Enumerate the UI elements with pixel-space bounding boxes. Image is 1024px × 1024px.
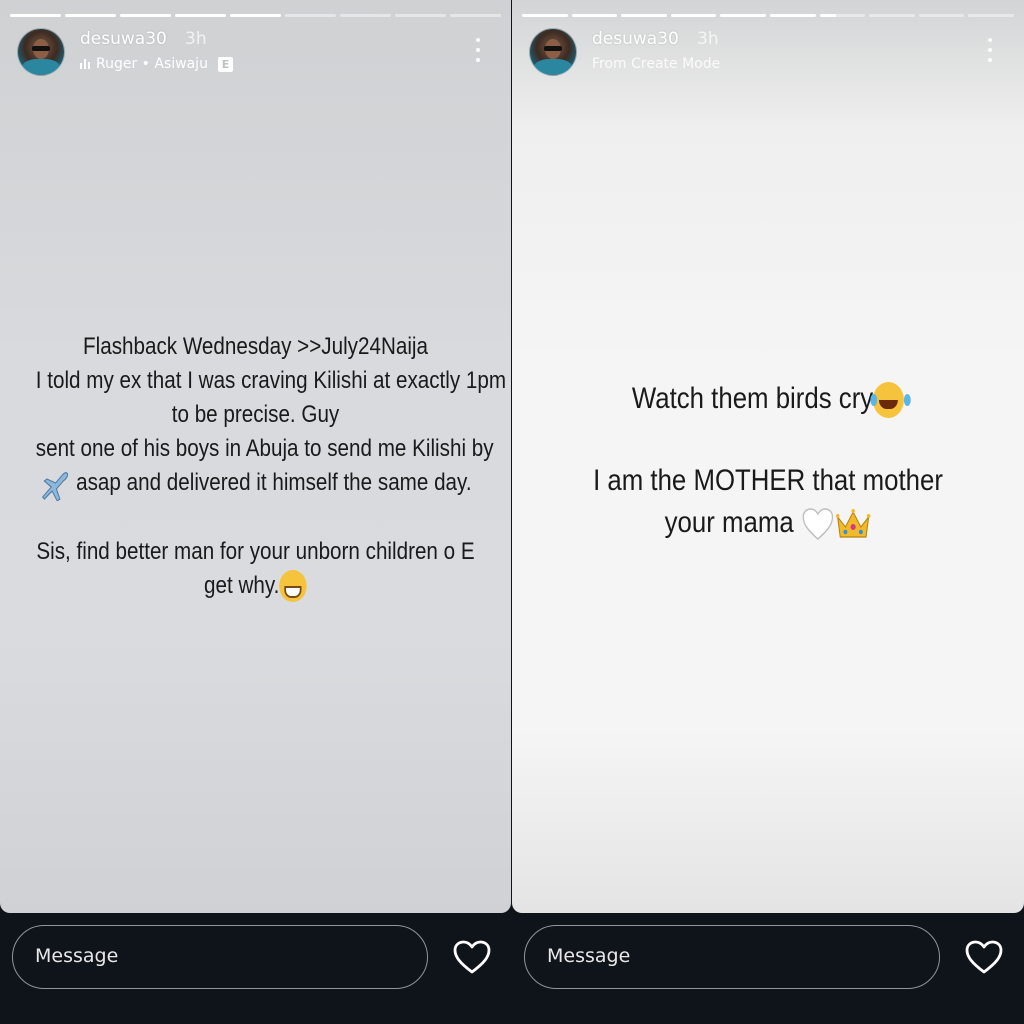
progress-segment (450, 14, 501, 17)
story-line: I told my ex that I was craving Kilishi … (35, 367, 507, 394)
story-line: I am the MOTHER that mother (593, 464, 943, 497)
progress-segment (769, 14, 816, 17)
progress-segment (968, 14, 1014, 17)
story-content[interactable]: desuwa30 3h From Create Mode Watch them … (512, 0, 1024, 913)
progress-segment (571, 14, 618, 17)
avatar[interactable] (529, 28, 577, 76)
story-source-label: From Create Mode (592, 56, 721, 72)
more-options-icon[interactable] (475, 38, 481, 62)
progress-segment (120, 14, 171, 17)
post-time: 3h (697, 29, 719, 49)
tears-of-joy-emoji (870, 382, 905, 419)
story-text: Watch them birds cry I am the MOTHER tha… (548, 378, 988, 544)
story-line: Watch them birds cry (631, 382, 874, 415)
story-progress-bar (10, 14, 501, 17)
message-input[interactable]: Message (12, 925, 428, 989)
username[interactable]: desuwa30 (592, 29, 679, 49)
username[interactable]: desuwa30 (80, 29, 167, 49)
grinning-face-emoji (279, 570, 307, 603)
progress-segment (720, 14, 766, 17)
heart-outline-icon[interactable] (964, 939, 1004, 975)
story-line: your mama (664, 506, 794, 539)
progress-segment (621, 14, 667, 17)
crown-emoji (835, 507, 871, 541)
story-text: Flashback Wednesday >>July24Naija I told… (35, 330, 507, 603)
heart-outline-icon[interactable] (452, 939, 492, 975)
story-panel-left: desuwa30 3h Ruger • Asiwaju E Flashback … (0, 0, 512, 1024)
story-panel-right: desuwa30 3h From Create Mode Watch them … (512, 0, 1024, 1024)
progress-segment (819, 14, 866, 17)
airplane-emoji (39, 467, 70, 502)
music-bars-icon (80, 59, 90, 69)
progress-segment (918, 14, 965, 17)
reply-bar: Message (512, 913, 1024, 1024)
reply-bar: Message (0, 913, 512, 1024)
message-input[interactable]: Message (524, 925, 940, 989)
song-label: Ruger • Asiwaju (96, 56, 208, 72)
progress-segment (522, 14, 568, 17)
progress-segment (869, 14, 915, 17)
story-line: to be precise. Guy (171, 401, 340, 428)
more-options-icon[interactable] (987, 38, 993, 62)
story-line-with-emoji: your mama (548, 502, 988, 544)
progress-segment (175, 14, 226, 17)
post-time: 3h (185, 29, 207, 49)
progress-segment (395, 14, 446, 17)
story-line-with-emoji: get why. (36, 569, 475, 603)
story-line: Sis, find better man for your unborn chi… (36, 537, 475, 565)
story-line-with-emoji: asap and delivered it himself the same d… (36, 466, 475, 502)
story-line: sent one of his boys in Abuja to send me… (35, 435, 494, 462)
story-line-with-emoji: Watch them birds cry (548, 378, 988, 420)
progress-segment (10, 14, 61, 17)
progress-segment (230, 14, 281, 17)
story-line: get why. (204, 571, 280, 599)
story-progress-bar (522, 14, 1014, 17)
story-line: asap and delivered it himself the same d… (76, 469, 472, 496)
story-content[interactable]: desuwa30 3h Ruger • Asiwaju E Flashback … (0, 0, 511, 913)
progress-segment (340, 14, 391, 17)
music-attribution[interactable]: Ruger • Asiwaju E (80, 56, 233, 72)
progress-segment (65, 14, 116, 17)
white-heart-emoji (801, 506, 835, 542)
explicit-badge: E (217, 56, 233, 72)
progress-segment (285, 14, 336, 17)
progress-segment (670, 14, 717, 17)
avatar[interactable] (17, 28, 65, 76)
story-line: Flashback Wednesday >>July24Naija (83, 333, 428, 360)
